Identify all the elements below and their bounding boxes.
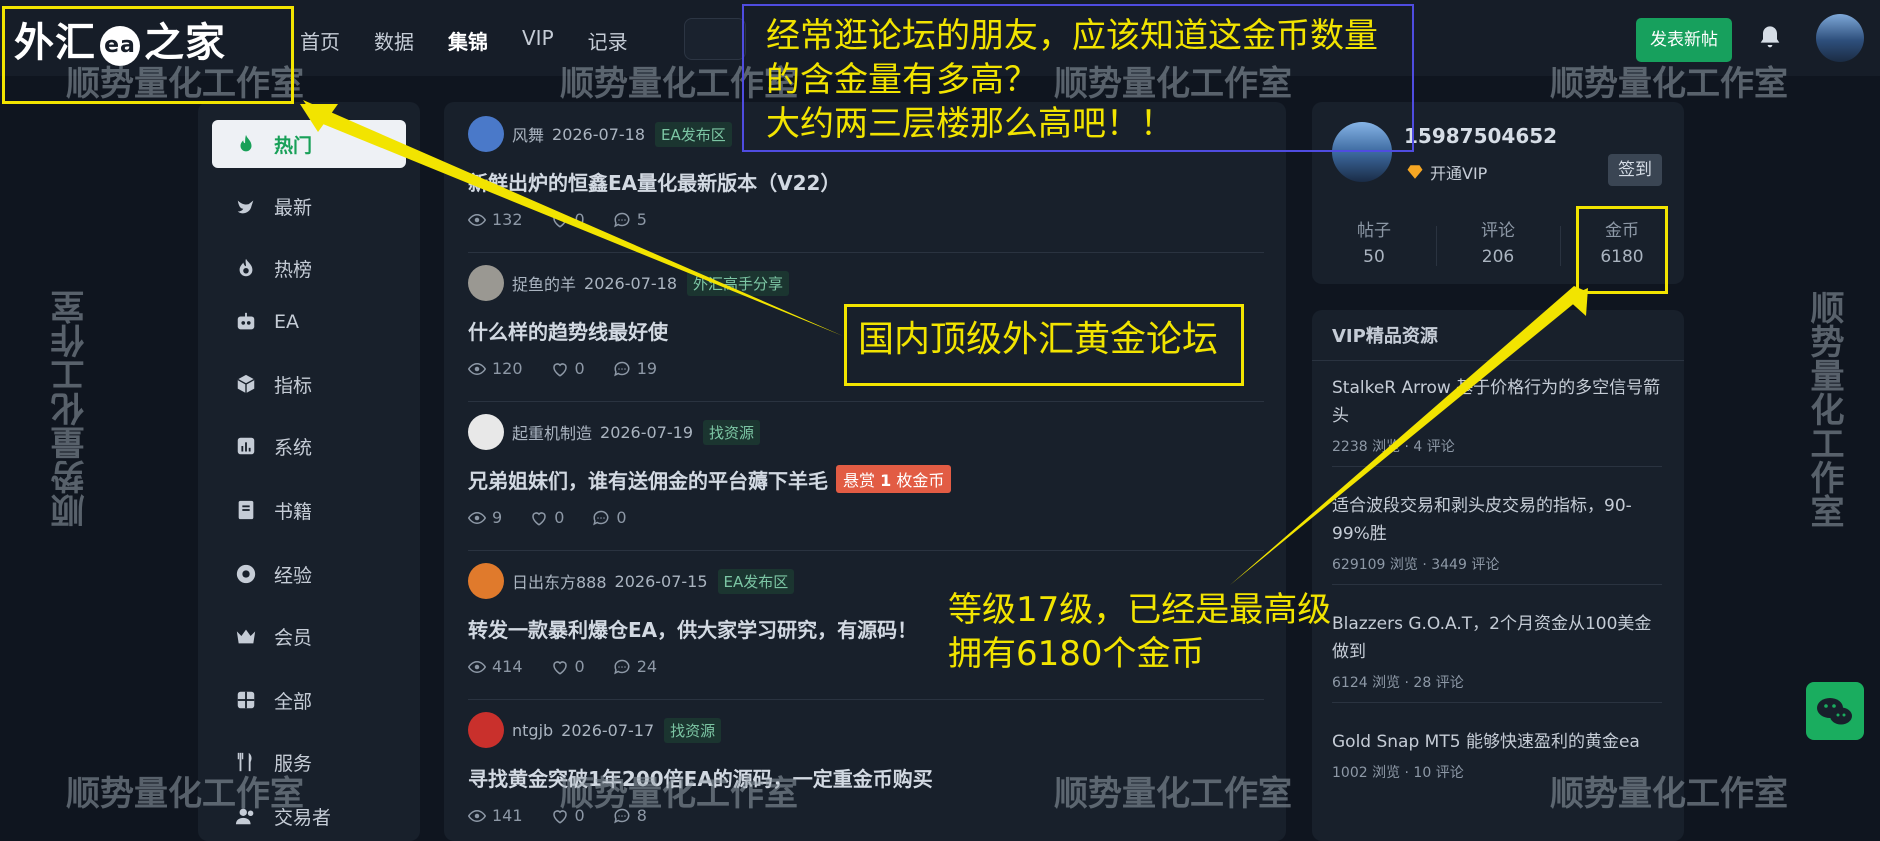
annotation-arrows [300,100,1588,585]
arrow-to-logo [303,100,843,336]
arrow-to-coins [1230,286,1588,585]
